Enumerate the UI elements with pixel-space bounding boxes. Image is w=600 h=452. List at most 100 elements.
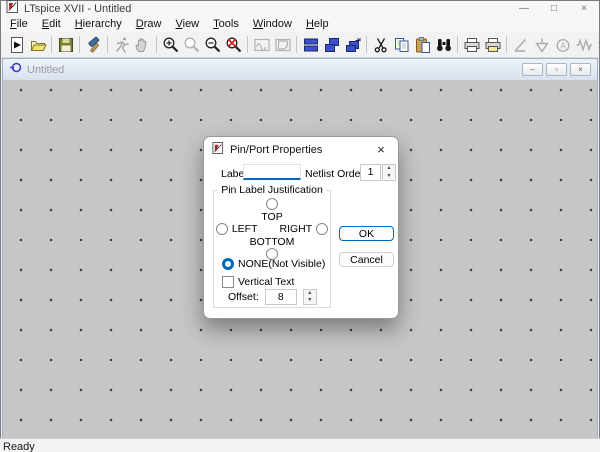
save-button[interactable] — [55, 34, 76, 56]
zoom-area-button[interactable] — [181, 34, 202, 56]
radio-top-label[interactable]: TOP — [261, 211, 282, 223]
label-input[interactable] — [243, 164, 301, 180]
radio-bottom-label[interactable]: BOTTOM — [250, 236, 295, 248]
run-button[interactable] — [111, 34, 132, 56]
justification-none-row: NONE(Not Visible) — [214, 258, 330, 270]
control-panel-hammer-button[interactable] — [83, 34, 104, 56]
find-button[interactable] — [433, 34, 454, 56]
radio-left[interactable] — [216, 223, 228, 235]
spinner-down-icon[interactable]: ▾ — [304, 297, 316, 304]
plot-settings-button[interactable] — [272, 34, 293, 56]
vertical-text-label[interactable]: Vertical Text — [238, 276, 294, 288]
mdi-minimize-icon[interactable]: – — [522, 63, 543, 76]
toolbar-separator — [457, 36, 458, 53]
menu-edit[interactable]: Edit — [35, 17, 68, 32]
schematic-window-title: Untitled — [27, 64, 64, 76]
menu-help[interactable]: Help — [299, 17, 336, 32]
spinner-up-icon[interactable]: ▴ — [383, 165, 395, 173]
schematic-window-titlebar[interactable]: Untitled – ▫ × — [3, 59, 597, 81]
print-button[interactable] — [461, 34, 482, 56]
ltspice-logo-icon — [6, 0, 19, 18]
toolbar-separator — [296, 36, 297, 53]
vertical-text-row: Vertical Text — [214, 276, 330, 288]
menu-view[interactable]: View — [168, 17, 206, 32]
toolbar-separator — [506, 36, 507, 53]
place-capacitor-button[interactable] — [594, 34, 599, 56]
toolbar-separator — [366, 36, 367, 53]
menu-bar: File Edit Hierarchy Draw View Tools Wind… — [1, 17, 599, 32]
cancel-button[interactable]: Cancel — [339, 252, 394, 267]
tile-vertically-button[interactable] — [321, 34, 342, 56]
justification-bottom-label-row: BOTTOM — [214, 236, 330, 248]
mdi-close-icon[interactable]: × — [570, 63, 591, 76]
toolbar-separator — [107, 36, 108, 53]
menu-window[interactable]: Window — [246, 17, 299, 32]
netlist-order-label: Netlist Order: — [305, 168, 367, 180]
status-bar: Ready — [0, 438, 600, 452]
offset-value[interactable]: 8 — [265, 289, 297, 305]
spinner-down-icon[interactable]: ▾ — [383, 173, 395, 181]
mdi-restore-icon[interactable]: ▫ — [546, 63, 567, 76]
menu-tools[interactable]: Tools — [206, 17, 246, 32]
toolbar-separator — [156, 36, 157, 53]
offset-spinner: ▴ ▾ — [303, 289, 317, 305]
minimize-icon[interactable]: — — [509, 1, 539, 17]
copy-button[interactable] — [391, 34, 412, 56]
cut-button[interactable] — [370, 34, 391, 56]
print-preview-button[interactable] — [482, 34, 503, 56]
toolbar-separator — [51, 36, 52, 53]
zoom-full-extents-button[interactable] — [223, 34, 244, 56]
zoom-in-button[interactable] — [160, 34, 181, 56]
dialog-title: Pin/Port Properties — [230, 144, 322, 156]
tile-horizontally-button[interactable] — [300, 34, 321, 56]
spinner-up-icon[interactable]: ▴ — [304, 290, 316, 297]
netlist-order-value[interactable]: 1 — [360, 164, 381, 181]
toolbar: A — [1, 32, 599, 58]
new-schematic-button[interactable] — [6, 34, 27, 56]
justification-top-label-row: TOP — [214, 211, 330, 223]
pin-label-justification-group: Pin Label Justification TOP LEFT RIGHT B… — [213, 190, 331, 308]
ok-button[interactable]: OK — [339, 226, 394, 241]
maximize-icon[interactable]: □ — [539, 1, 569, 17]
open-file-button[interactable] — [27, 34, 48, 56]
radio-none-selected[interactable] — [222, 258, 234, 270]
offset-label: Offset: — [228, 291, 259, 303]
close-icon[interactable]: × — [569, 1, 599, 17]
vertical-text-checkbox[interactable] — [222, 276, 234, 288]
paste-button[interactable] — [412, 34, 433, 56]
menu-file[interactable]: File — [3, 17, 35, 32]
ltspice-logo-icon — [212, 142, 224, 157]
menu-hierarchy[interactable]: Hierarchy — [68, 17, 129, 32]
autorange-y-axis-button[interactable] — [251, 34, 272, 56]
menu-draw[interactable]: Draw — [129, 17, 169, 32]
dialog-close-icon[interactable]: × — [372, 142, 390, 157]
cascade-windows-button[interactable] — [342, 34, 363, 56]
schematic-window-controls: – ▫ × — [522, 63, 591, 76]
radio-none-label[interactable]: NONE(Not Visible) — [238, 258, 325, 270]
dialog-titlebar[interactable]: Pin/Port Properties × — [204, 137, 398, 160]
group-title: Pin Label Justification — [218, 184, 326, 196]
justification-left-right-row: LEFT RIGHT — [214, 223, 330, 235]
offset-row: Offset: 8 ▴ ▾ — [214, 289, 330, 305]
status-text: Ready — [3, 441, 35, 452]
radio-top[interactable] — [266, 198, 278, 210]
radio-right-label[interactable]: RIGHT — [280, 223, 313, 235]
label-net-button[interactable]: A — [552, 34, 573, 56]
app-title: LTspice XVII - Untitled — [24, 3, 131, 15]
draw-wire-button[interactable] — [510, 34, 531, 56]
place-resistor-button[interactable] — [573, 34, 594, 56]
place-ground-button[interactable] — [531, 34, 552, 56]
halt-button[interactable] — [132, 34, 153, 56]
window-controls: — □ × — [509, 1, 599, 17]
pin-port-properties-dialog: Pin/Port Properties × Label: Netlist Ord… — [203, 136, 399, 319]
justification-top-row — [214, 198, 330, 210]
toolbar-separator — [247, 36, 248, 53]
zoom-out-button[interactable] — [202, 34, 223, 56]
radio-right[interactable] — [316, 223, 328, 235]
schematic-doc-icon — [9, 61, 22, 79]
app-titlebar: LTspice XVII - Untitled — □ × — [1, 1, 599, 17]
netlist-order-spinner: ▴ ▾ — [382, 164, 396, 181]
toolbar-separator — [79, 36, 80, 53]
radio-left-label[interactable]: LEFT — [232, 223, 258, 235]
svg-text:A: A — [560, 41, 566, 50]
